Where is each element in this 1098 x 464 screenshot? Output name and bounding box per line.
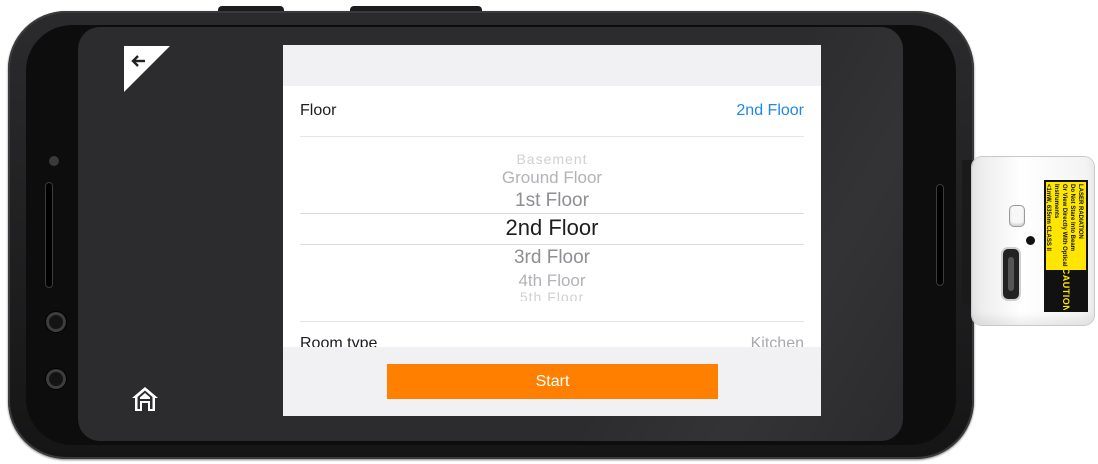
caution-line1: LASER RADIATION bbox=[1077, 184, 1083, 239]
caution-title: CAUTION bbox=[1046, 268, 1086, 310]
floor-picker-wheel[interactable]: Basement Ground Floor 1st Floor 2nd Floo… bbox=[300, 137, 804, 322]
caution-line2: Do Not Stare Into Beam bbox=[1069, 184, 1075, 252]
proximity-sensor bbox=[46, 312, 66, 332]
caution-line4: <1mW, 635nm CLASS II LASER bbox=[1045, 184, 1051, 251]
home-button[interactable] bbox=[130, 384, 160, 414]
picker-item[interactable]: 5th Floor bbox=[300, 289, 804, 301]
light-sensor bbox=[46, 369, 66, 389]
picker-item[interactable]: 4th Floor bbox=[300, 271, 804, 291]
front-camera bbox=[49, 156, 59, 166]
picker-item[interactable]: Ground Floor bbox=[300, 168, 804, 188]
laser-status-led bbox=[1026, 236, 1035, 245]
picker-item[interactable]: 1st Floor bbox=[300, 190, 804, 212]
laser-power-button[interactable] bbox=[1010, 206, 1024, 226]
usb-port bbox=[1003, 249, 1019, 299]
floor-label: Floor bbox=[300, 102, 337, 119]
right-speaker-grille bbox=[936, 184, 944, 286]
speaker-grille bbox=[45, 182, 53, 288]
caution-line3: Or View Directly With Optical Instrument… bbox=[1053, 184, 1067, 267]
start-button[interactable]: Start bbox=[387, 364, 718, 399]
back-button[interactable] bbox=[124, 46, 170, 92]
picker-item-selected[interactable]: 2nd Floor bbox=[300, 215, 804, 241]
home-icon bbox=[132, 387, 158, 411]
floor-row[interactable]: Floor 2nd Floor bbox=[300, 86, 804, 137]
floor-value[interactable]: 2nd Floor bbox=[736, 102, 804, 120]
dialog-footer: Start bbox=[283, 347, 821, 416]
picker-item[interactable]: Basement bbox=[300, 151, 804, 167]
caution-text: LASER RADIATION Do Not Stare Into Beam O… bbox=[1045, 184, 1084, 268]
floor-picker-dialog: Floor 2nd Floor Basement Ground Floor 1s… bbox=[283, 45, 821, 416]
back-arrow-icon bbox=[124, 46, 170, 92]
dialog-header bbox=[283, 45, 821, 86]
laser-caution-label: LASER RADIATION Do Not Stare Into Beam O… bbox=[1044, 180, 1088, 312]
picker-item[interactable]: 3rd Floor bbox=[300, 247, 804, 269]
